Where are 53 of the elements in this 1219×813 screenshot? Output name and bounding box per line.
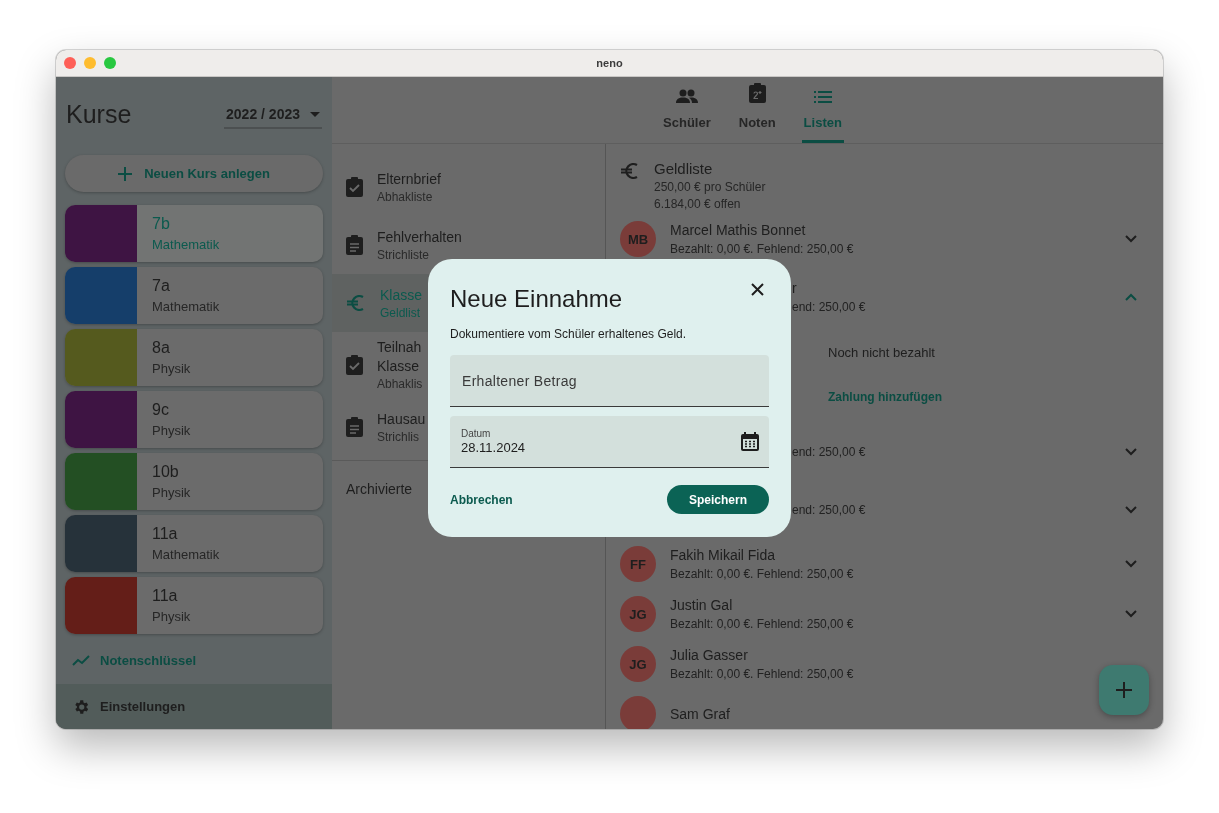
course-name: 8a [152, 339, 171, 357]
list-type: Strichlis [377, 429, 420, 444]
course-subject: Mathematik [152, 547, 220, 562]
payment-status: Bezahlt: 0,00 €. Fehlend: 250,00 € [670, 667, 855, 681]
list-title: Klasse [380, 286, 423, 303]
avatar: FF [620, 546, 656, 582]
course-subject: Physik [152, 423, 191, 438]
payment-status: Bezahlt: 0,00 €. Fehlend: 250,00 € [670, 567, 855, 581]
amount-per-student: 250,00 € pro Schüler [654, 180, 766, 194]
list-title: Elternbrief [377, 170, 441, 187]
list-title: Fehlverhalten [377, 228, 462, 245]
payment-status: Bezahlt: 0,00 €. Fehlend: 250,00 € [670, 242, 855, 256]
field-label: Datum [461, 428, 492, 439]
course-subject: Physik [152, 361, 191, 376]
avatar: MB [620, 221, 656, 257]
archived-heading: Archivierte [345, 480, 414, 499]
course-name: 10b [152, 463, 180, 481]
window-title: neno [596, 57, 623, 69]
course-name: 7b [152, 215, 171, 233]
dialog-description: Dokumentiere vom Schüler erhaltenes Geld. [450, 327, 688, 341]
list-title: Teilnah [377, 339, 423, 355]
course-subject: Mathematik [152, 237, 220, 252]
course-name: 11a [152, 525, 179, 543]
student-name: Justin Gal [670, 597, 734, 613]
list-title: Klasse [377, 358, 421, 374]
list-title: Geldliste [654, 160, 714, 177]
payment-status: Bezahlt: 0,00 €. Fehlend: 250,00 € [670, 617, 855, 631]
list-title: Hausau [377, 410, 426, 427]
course-name: 7a [152, 277, 171, 295]
student-name: r [792, 280, 798, 296]
payment-state: Noch nicht bezahlt [828, 345, 935, 360]
list-type: Geldlist [380, 305, 421, 320]
payment-status: end: 250,00 € [792, 503, 867, 517]
open-amount: 6.184,00 € offen [654, 197, 742, 211]
avatar: JG [620, 596, 656, 632]
payment-status: end: 250,00 € [792, 445, 867, 459]
course-subject: Physik [152, 609, 191, 624]
date-value: 28.11.2024 [461, 440, 526, 455]
student-name: Julia Gasser [670, 647, 749, 663]
avatar: JG [620, 646, 656, 682]
student-name: Marcel Mathis Bonnet [670, 222, 807, 238]
dialog-title: Neue Einnahme [450, 285, 623, 313]
course-subject: Mathematik [152, 299, 220, 314]
student-name: Fakih Mikail Fida [670, 547, 777, 563]
payment-status: end: 250,00 € [792, 300, 867, 314]
sidebar-title: Kurse [66, 99, 132, 129]
list-type: Abhakliste [377, 189, 434, 204]
list-type: Strichliste [377, 247, 430, 262]
course-name: 9c [152, 401, 170, 419]
course-subject: Physik [152, 485, 191, 500]
student-name: Sam Graf [670, 706, 731, 722]
course-name: 11a [152, 587, 179, 605]
list-type: Abhaklis [377, 377, 423, 391]
